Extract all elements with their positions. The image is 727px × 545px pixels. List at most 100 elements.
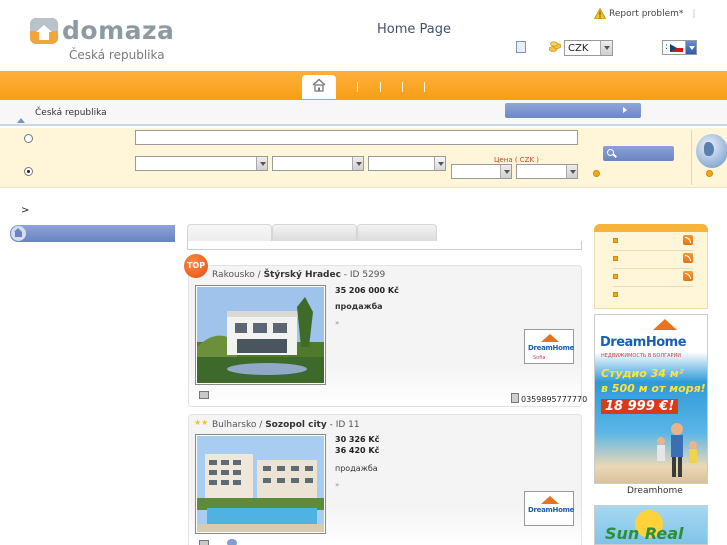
divider — [691, 130, 692, 185]
report-problem-label[interactable]: Report problem* — [609, 9, 683, 19]
search-button[interactable] — [603, 146, 674, 161]
banner-promo: Студио 34 м² в 500 м от моря! — [601, 367, 706, 397]
roof-icon — [541, 496, 559, 504]
coins-icon — [549, 41, 561, 52]
listing-card[interactable]: Rakousko / Štýrský Hradec - ID 5299 35 2… — [188, 265, 587, 407]
search-mode-radio-filter[interactable] — [24, 167, 33, 176]
rss-icon[interactable] — [683, 271, 693, 281]
nav-separator — [357, 82, 358, 92]
chevron-down-icon[interactable] — [685, 41, 696, 54]
location-separator: / — [259, 420, 263, 430]
banner-caption[interactable]: Dreamhome — [627, 486, 683, 496]
home-icon — [312, 78, 326, 92]
price-from-select[interactable] — [451, 164, 512, 179]
sunreal-logo-text: Sun Real — [605, 524, 684, 543]
listing-photo[interactable] — [195, 285, 326, 385]
region-select[interactable] — [272, 156, 364, 171]
list-bullet-icon — [613, 274, 618, 279]
brand-logo-text[interactable]: domaza — [62, 16, 174, 45]
listing-price: 35 206 000 Kč — [335, 286, 399, 295]
currency-select[interactable]: CZK — [564, 40, 613, 56]
banner-promo-line-1: Студио 34 м² — [601, 367, 684, 380]
nav-home-tab[interactable] — [302, 75, 336, 99]
camera-icon[interactable] — [199, 391, 209, 399]
dreamhome-banner[interactable]: DreamHome НЕДВИЖИМОСТЬ В БОЛГАРИИ Студио… — [594, 314, 708, 484]
page: domaza Česká republika Home Page Report … — [0, 0, 727, 545]
listing-city[interactable]: Sozopol city — [265, 420, 327, 430]
agency-name: DreamHome — [528, 506, 575, 514]
camera-icon[interactable] — [199, 540, 209, 545]
globe-icon[interactable] — [227, 539, 237, 545]
rss-icon[interactable] — [683, 235, 693, 245]
report-problem-link[interactable]: Report problem* | — [594, 8, 695, 19]
tab-1[interactable] — [187, 224, 272, 242]
banner-title: DreamHome — [600, 335, 687, 350]
home-icon[interactable] — [11, 226, 26, 241]
agency-logo[interactable]: DreamHome Sofia — [524, 329, 574, 364]
star-icon: ★ — [201, 418, 209, 427]
banner-price: 18 999 €! — [601, 399, 679, 414]
listing-header-strip — [187, 241, 582, 250]
location-label[interactable]: Česká republika — [35, 108, 107, 118]
header-separator: | — [692, 8, 696, 19]
map-search-bullet-icon[interactable] — [706, 170, 713, 177]
listing-photo[interactable] — [195, 434, 326, 534]
chevron-down-icon[interactable] — [500, 165, 511, 178]
chevron-down-icon[interactable] — [600, 41, 612, 55]
listing-location: Rakousko / Štýrský Hradec - ID 5299 — [212, 270, 385, 280]
divider — [613, 250, 693, 251]
listing-id: - ID 11 — [329, 420, 360, 430]
location-separator: / — [257, 270, 261, 280]
agency-name: DreamHome — [528, 344, 575, 352]
nav-separator — [402, 82, 403, 92]
chevron-down-icon[interactable] — [434, 157, 445, 170]
phone-icon — [511, 393, 519, 403]
chevron-down-icon[interactable] — [256, 157, 267, 170]
price-label: Цена ( CZK ) — [494, 156, 540, 164]
tab-3[interactable] — [357, 224, 437, 242]
rating-stars: ★★ — [194, 418, 208, 428]
listing-deal-type: продажба — [335, 464, 378, 473]
document-icon[interactable] — [516, 41, 526, 53]
warning-icon — [594, 8, 606, 19]
rss-icon[interactable] — [683, 253, 693, 263]
search-mode-radio-text[interactable] — [24, 134, 33, 143]
listing-country[interactable]: Rakousko — [212, 270, 255, 280]
flag-cz-icon — [670, 44, 683, 52]
agency-city: Sofia — [533, 355, 546, 361]
listing-more-bullet[interactable]: » — [335, 319, 339, 327]
currency-value: CZK — [568, 43, 589, 54]
chevron-down-icon[interactable] — [352, 157, 363, 170]
search-input[interactable] — [135, 130, 578, 145]
listing-phone: 0359895777770 — [521, 395, 588, 404]
listing-country[interactable]: Bulharsko — [212, 420, 256, 430]
chevron-down-icon[interactable] — [566, 165, 577, 178]
globe-icon[interactable] — [696, 134, 727, 168]
rss-box-header — [594, 224, 708, 232]
advanced-search-bullet-icon[interactable] — [593, 170, 600, 177]
listing-card[interactable]: ★★ Bulharsko / Sozopol city - ID 11 30 3… — [188, 414, 582, 545]
listing-price: 30 326 Kč — [335, 435, 380, 444]
country-select[interactable] — [135, 156, 268, 171]
list-bullet-icon — [613, 238, 618, 243]
listing-price-secondary: 36 420 Kč — [335, 446, 380, 455]
language-value: : — [665, 42, 669, 52]
tab-2[interactable] — [272, 224, 357, 242]
divider — [613, 268, 693, 269]
sunreal-banner[interactable]: Sun Real — [594, 505, 708, 545]
type-select[interactable] — [368, 156, 446, 171]
list-bullet-icon — [613, 256, 618, 261]
main-nav-bar — [0, 71, 727, 100]
left-menu-header[interactable] — [10, 225, 175, 242]
listing-city[interactable]: Štýrský Hradec — [264, 270, 341, 280]
listing-more-bullet[interactable]: » — [335, 481, 339, 489]
language-select[interactable]: : — [662, 40, 697, 55]
country-subtitle: Česká republika — [69, 48, 165, 62]
listing-deal-type: продажба — [335, 302, 383, 311]
price-to-select[interactable] — [516, 164, 578, 179]
top-badge: TOP — [184, 254, 208, 278]
pointer-triangle-icon — [17, 118, 25, 123]
location-toggle-button[interactable] — [505, 103, 641, 118]
logo-icon[interactable] — [30, 18, 58, 44]
agency-logo[interactable]: DreamHome — [524, 491, 574, 526]
